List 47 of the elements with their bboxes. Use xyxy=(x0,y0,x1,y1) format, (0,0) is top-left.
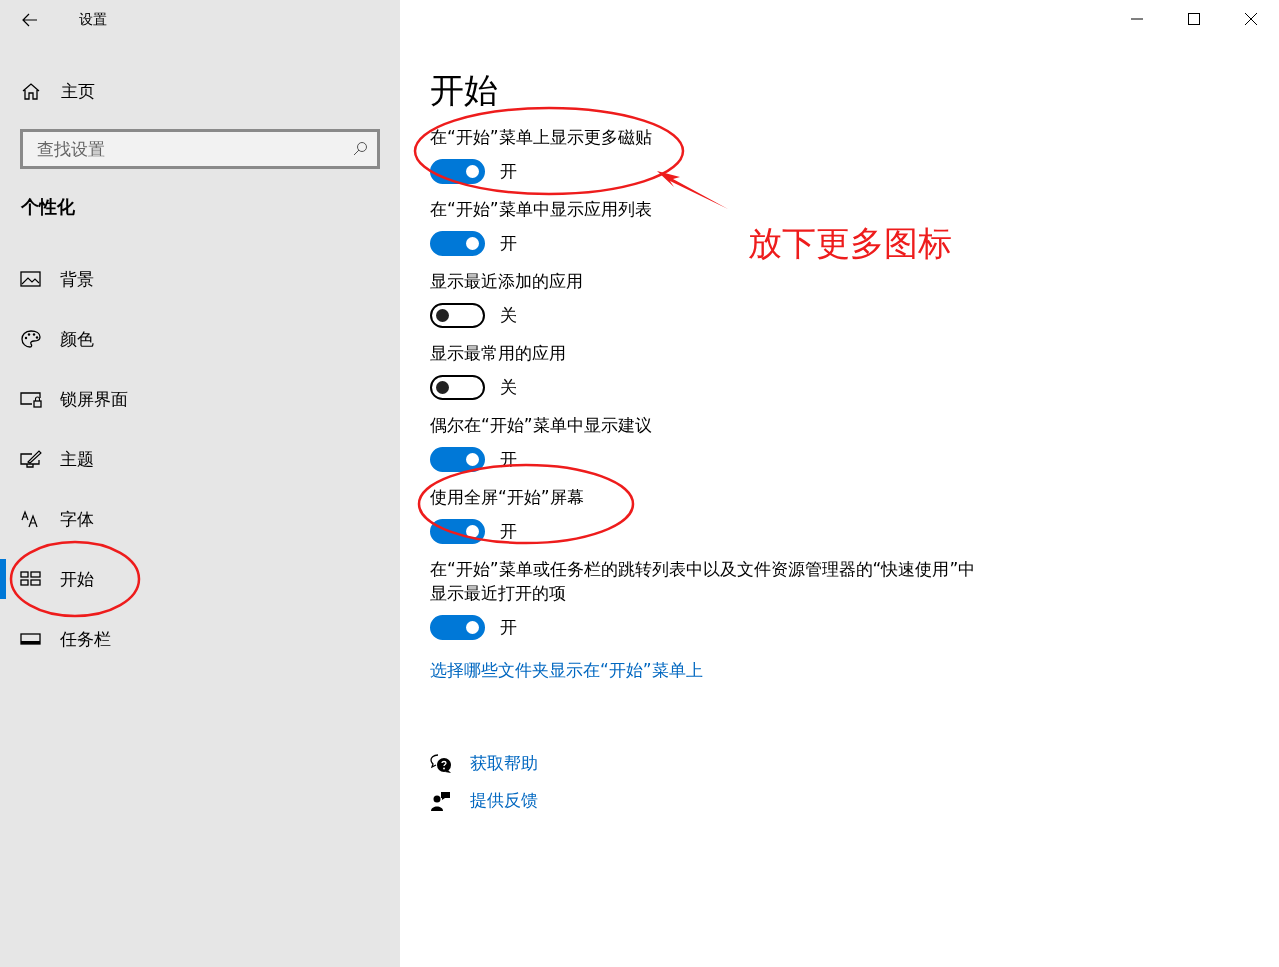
setting-label: 在“开始”菜单中显示应用列表 xyxy=(430,198,653,221)
brush-monitor-icon xyxy=(20,449,42,469)
sidebar-item[interactable]: 主题 xyxy=(0,439,400,479)
setting-label: 使用全屏“开始”屏幕 xyxy=(430,486,585,509)
toggle-state: 关 xyxy=(500,304,517,327)
folders-link[interactable]: 选择哪些文件夹显示在“开始”菜单上 xyxy=(430,659,703,682)
sidebar-item[interactable]: 开始 xyxy=(0,559,400,599)
toggle-switch[interactable] xyxy=(430,159,485,184)
toggle-state: 开 xyxy=(500,616,517,639)
help-link[interactable]: 提供反馈 xyxy=(470,789,538,812)
help-link[interactable]: 获取帮助 xyxy=(470,752,538,775)
setting-label: 偶尔在“开始”菜单中显示建议 xyxy=(430,414,653,437)
help-chat-icon xyxy=(430,753,452,774)
back-arrow-icon[interactable] xyxy=(22,13,38,27)
toggle-switch[interactable] xyxy=(430,303,485,328)
home-nav-item[interactable]: 主页 xyxy=(21,71,101,111)
toggle-state: 开 xyxy=(500,520,517,543)
sidebar-item[interactable]: 任务栏 xyxy=(0,619,400,659)
annotation-note: 放下更多图标 xyxy=(748,222,952,265)
sidebar-item[interactable]: 字体 xyxy=(0,499,400,539)
setting-label: 在“开始”菜单或任务栏的跳转列表中以及文件资源管理器的“快速使用”中显示最近打开的项 xyxy=(430,558,977,605)
palette-icon xyxy=(20,329,42,349)
sidebar-item[interactable]: 背景 xyxy=(0,259,400,299)
toggle-switch[interactable] xyxy=(430,615,485,640)
image-icon xyxy=(20,269,42,289)
toggle-switch[interactable] xyxy=(430,375,485,400)
toggle-state: 关 xyxy=(500,376,517,399)
sidebar-item[interactable]: 颜色 xyxy=(0,319,400,359)
sidebar-item[interactable]: 锁屏界面 xyxy=(0,379,400,419)
toggle-switch[interactable] xyxy=(430,231,485,256)
tiles-icon xyxy=(20,569,42,589)
section-heading: 个性化 xyxy=(21,195,75,219)
setting-label: 在“开始”菜单上显示更多磁贴 xyxy=(430,126,653,149)
home-icon xyxy=(21,82,41,100)
search-field[interactable]: 查找设置 xyxy=(20,129,380,169)
search-icon xyxy=(352,141,368,157)
close-icon[interactable] xyxy=(1245,13,1257,25)
toggle-state: 开 xyxy=(500,232,517,255)
setting-label: 显示最常用的应用 xyxy=(430,342,567,365)
feedback-person-icon xyxy=(430,790,452,811)
toggle-switch[interactable] xyxy=(430,447,485,472)
page-title: 开始 xyxy=(430,69,498,112)
toggle-state: 开 xyxy=(500,160,517,183)
window-title: 设置 xyxy=(79,11,107,29)
setting-label: 显示最近添加的应用 xyxy=(430,270,584,293)
lock-screen-icon xyxy=(20,389,42,409)
maximize-icon[interactable] xyxy=(1188,13,1200,25)
